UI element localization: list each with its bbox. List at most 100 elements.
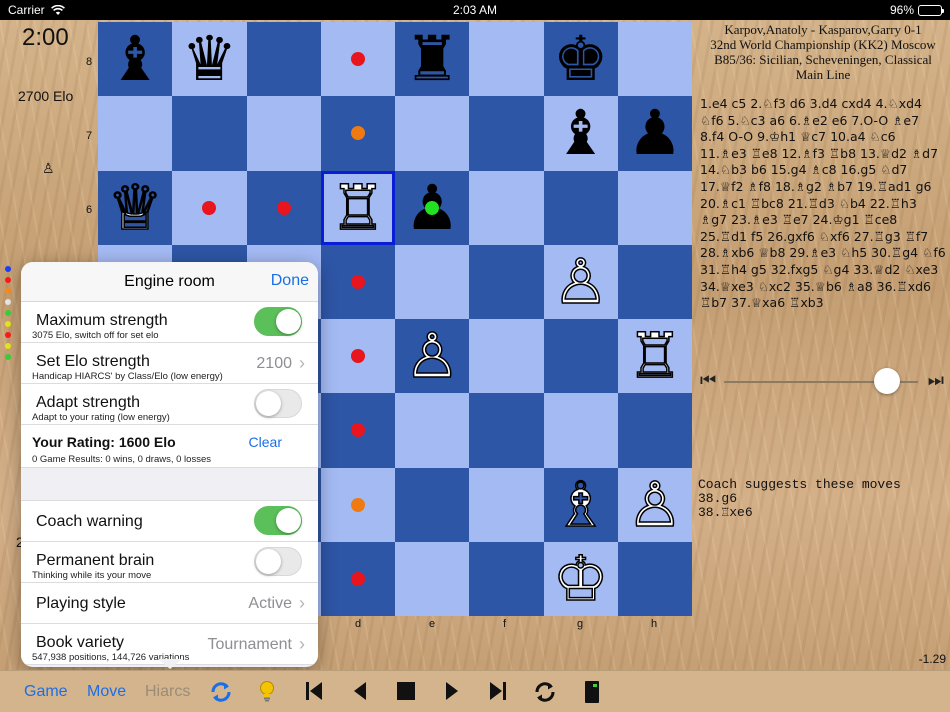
last-move-icon[interactable] xyxy=(488,680,508,702)
square-f7[interactable] xyxy=(469,96,544,171)
square-b6[interactable] xyxy=(172,170,247,245)
square-d2[interactable] xyxy=(320,467,395,542)
skip-first-icon[interactable]: ⏮ xyxy=(700,370,716,391)
adapt-strength-toggle[interactable] xyxy=(254,389,302,418)
square-g3[interactable] xyxy=(543,393,618,468)
permanent-brain-toggle[interactable] xyxy=(254,547,302,576)
file-label-e: e xyxy=(429,618,436,630)
flip-board-icon[interactable] xyxy=(534,680,556,704)
square-d3[interactable] xyxy=(320,393,395,468)
square-f8[interactable] xyxy=(469,22,544,97)
clear-rating-button[interactable]: Clear xyxy=(249,434,282,450)
coach-move-1[interactable]: 38.g6 xyxy=(698,492,901,506)
permanent-brain-sub: Thinking while its your move xyxy=(32,570,152,581)
square-c6[interactable] xyxy=(246,170,321,245)
square-g6[interactable] xyxy=(543,170,618,245)
square-h1[interactable] xyxy=(617,541,692,616)
indicator-dot xyxy=(5,354,11,360)
coach-warning-toggle[interactable] xyxy=(254,506,302,535)
square-e3[interactable] xyxy=(395,393,470,468)
coach-move-2[interactable]: 38.♖xe6 xyxy=(698,506,901,520)
playing-style-row[interactable]: Playing style Active › xyxy=(21,583,318,624)
square-d5[interactable] xyxy=(320,244,395,319)
adapt-strength-row: Adapt strength Adapt to your rating (low… xyxy=(21,384,318,425)
square-h5[interactable] xyxy=(617,244,692,319)
sync-icon[interactable] xyxy=(209,680,233,704)
square-g7[interactable]: ♝ xyxy=(543,96,618,171)
square-f4[interactable] xyxy=(469,319,544,394)
square-h8[interactable] xyxy=(617,22,692,97)
white-piece-icon[interactable]: ♙ xyxy=(552,250,609,314)
square-d8[interactable] xyxy=(320,22,395,97)
square-g8[interactable]: ♚ xyxy=(543,22,618,97)
square-h7[interactable]: ♟ xyxy=(617,96,692,171)
status-time: 2:03 AM xyxy=(452,3,498,17)
slider-knob[interactable] xyxy=(874,368,900,394)
coach-suggestions: Coach suggests these moves 38.g6 38.♖xe6 xyxy=(698,478,901,520)
square-e4[interactable]: ♙ xyxy=(395,319,470,394)
stop-icon[interactable] xyxy=(396,680,416,702)
white-piece-icon[interactable]: ♙ xyxy=(404,324,461,388)
square-e8[interactable]: ♜ xyxy=(395,22,470,97)
next-move-icon[interactable] xyxy=(444,680,460,702)
move-list[interactable]: 1.e4 c5 2.♘f3 d6 3.d4 cxd4 4.♘xd4 ♘f6 5.… xyxy=(700,96,946,312)
square-e1[interactable] xyxy=(395,541,470,616)
move-hint-dot xyxy=(202,200,217,215)
square-f6[interactable] xyxy=(469,170,544,245)
white-piece-icon[interactable]: ♗ xyxy=(552,472,609,536)
coach-title: Coach suggests these moves xyxy=(698,477,901,492)
square-g2[interactable]: ♗ xyxy=(543,467,618,542)
square-e5[interactable] xyxy=(395,244,470,319)
black-piece-icon[interactable]: ♜ xyxy=(404,28,460,90)
square-g4[interactable] xyxy=(543,319,618,394)
done-button[interactable]: Done xyxy=(271,272,309,290)
previous-move-icon[interactable] xyxy=(352,680,368,702)
move-navigation-slider[interactable]: ⏮ ⏭ xyxy=(698,366,948,396)
black-piece-icon[interactable]: ♝ xyxy=(553,102,609,164)
white-piece-icon[interactable]: ♙ xyxy=(626,472,683,536)
square-h2[interactable]: ♙ xyxy=(617,467,692,542)
opponent-elo: 2700 Elo xyxy=(18,88,74,104)
first-move-icon[interactable] xyxy=(304,680,324,702)
square-f5[interactable] xyxy=(469,244,544,319)
square-b8[interactable]: ♛ xyxy=(172,22,247,97)
square-f1[interactable] xyxy=(469,541,544,616)
square-d1[interactable] xyxy=(320,541,395,616)
square-e6[interactable]: ♟ xyxy=(395,170,470,245)
square-h4[interactable]: ♖ xyxy=(617,319,692,394)
white-piece-icon[interactable]: ♔ xyxy=(552,547,609,611)
square-f3[interactable] xyxy=(469,393,544,468)
move-hint-dot xyxy=(350,126,365,141)
hiarcs-menu-button[interactable]: Hiarcs xyxy=(145,683,190,701)
game-menu-button[interactable]: Game xyxy=(24,683,68,701)
square-g5[interactable]: ♙ xyxy=(543,244,618,319)
black-piece-icon[interactable]: ♚ xyxy=(553,28,609,90)
max-strength-toggle[interactable] xyxy=(254,307,302,336)
black-piece-icon[interactable]: ♟ xyxy=(627,102,683,164)
square-h3[interactable] xyxy=(617,393,692,468)
skip-last-icon[interactable]: ⏭ xyxy=(928,370,944,391)
square-a6[interactable]: ♕ xyxy=(98,170,173,245)
lightbulb-icon[interactable] xyxy=(258,680,276,704)
square-a8[interactable]: ♝ xyxy=(98,22,173,97)
square-e7[interactable] xyxy=(395,96,470,171)
white-piece-icon[interactable]: ♖ xyxy=(626,324,683,388)
square-c7[interactable] xyxy=(246,96,321,171)
square-c8[interactable] xyxy=(246,22,321,97)
white-piece-icon[interactable]: ♖ xyxy=(329,175,386,239)
square-d6[interactable]: ♖ xyxy=(320,170,395,245)
square-g1[interactable]: ♔ xyxy=(543,541,618,616)
black-piece-icon[interactable]: ♛ xyxy=(182,28,238,90)
engine-icon[interactable] xyxy=(583,680,601,704)
square-a7[interactable] xyxy=(98,96,173,171)
square-b7[interactable] xyxy=(172,96,247,171)
black-piece-icon[interactable]: ♝ xyxy=(107,28,163,90)
white-piece-icon[interactable]: ♕ xyxy=(107,175,164,239)
square-h6[interactable] xyxy=(617,170,692,245)
square-d7[interactable] xyxy=(320,96,395,171)
square-f2[interactable] xyxy=(469,467,544,542)
move-menu-button[interactable]: Move xyxy=(87,683,126,701)
set-elo-row[interactable]: Set Elo strength Handicap HIARCS' by Cla… xyxy=(21,343,318,384)
square-d4[interactable] xyxy=(320,319,395,394)
square-e2[interactable] xyxy=(395,467,470,542)
